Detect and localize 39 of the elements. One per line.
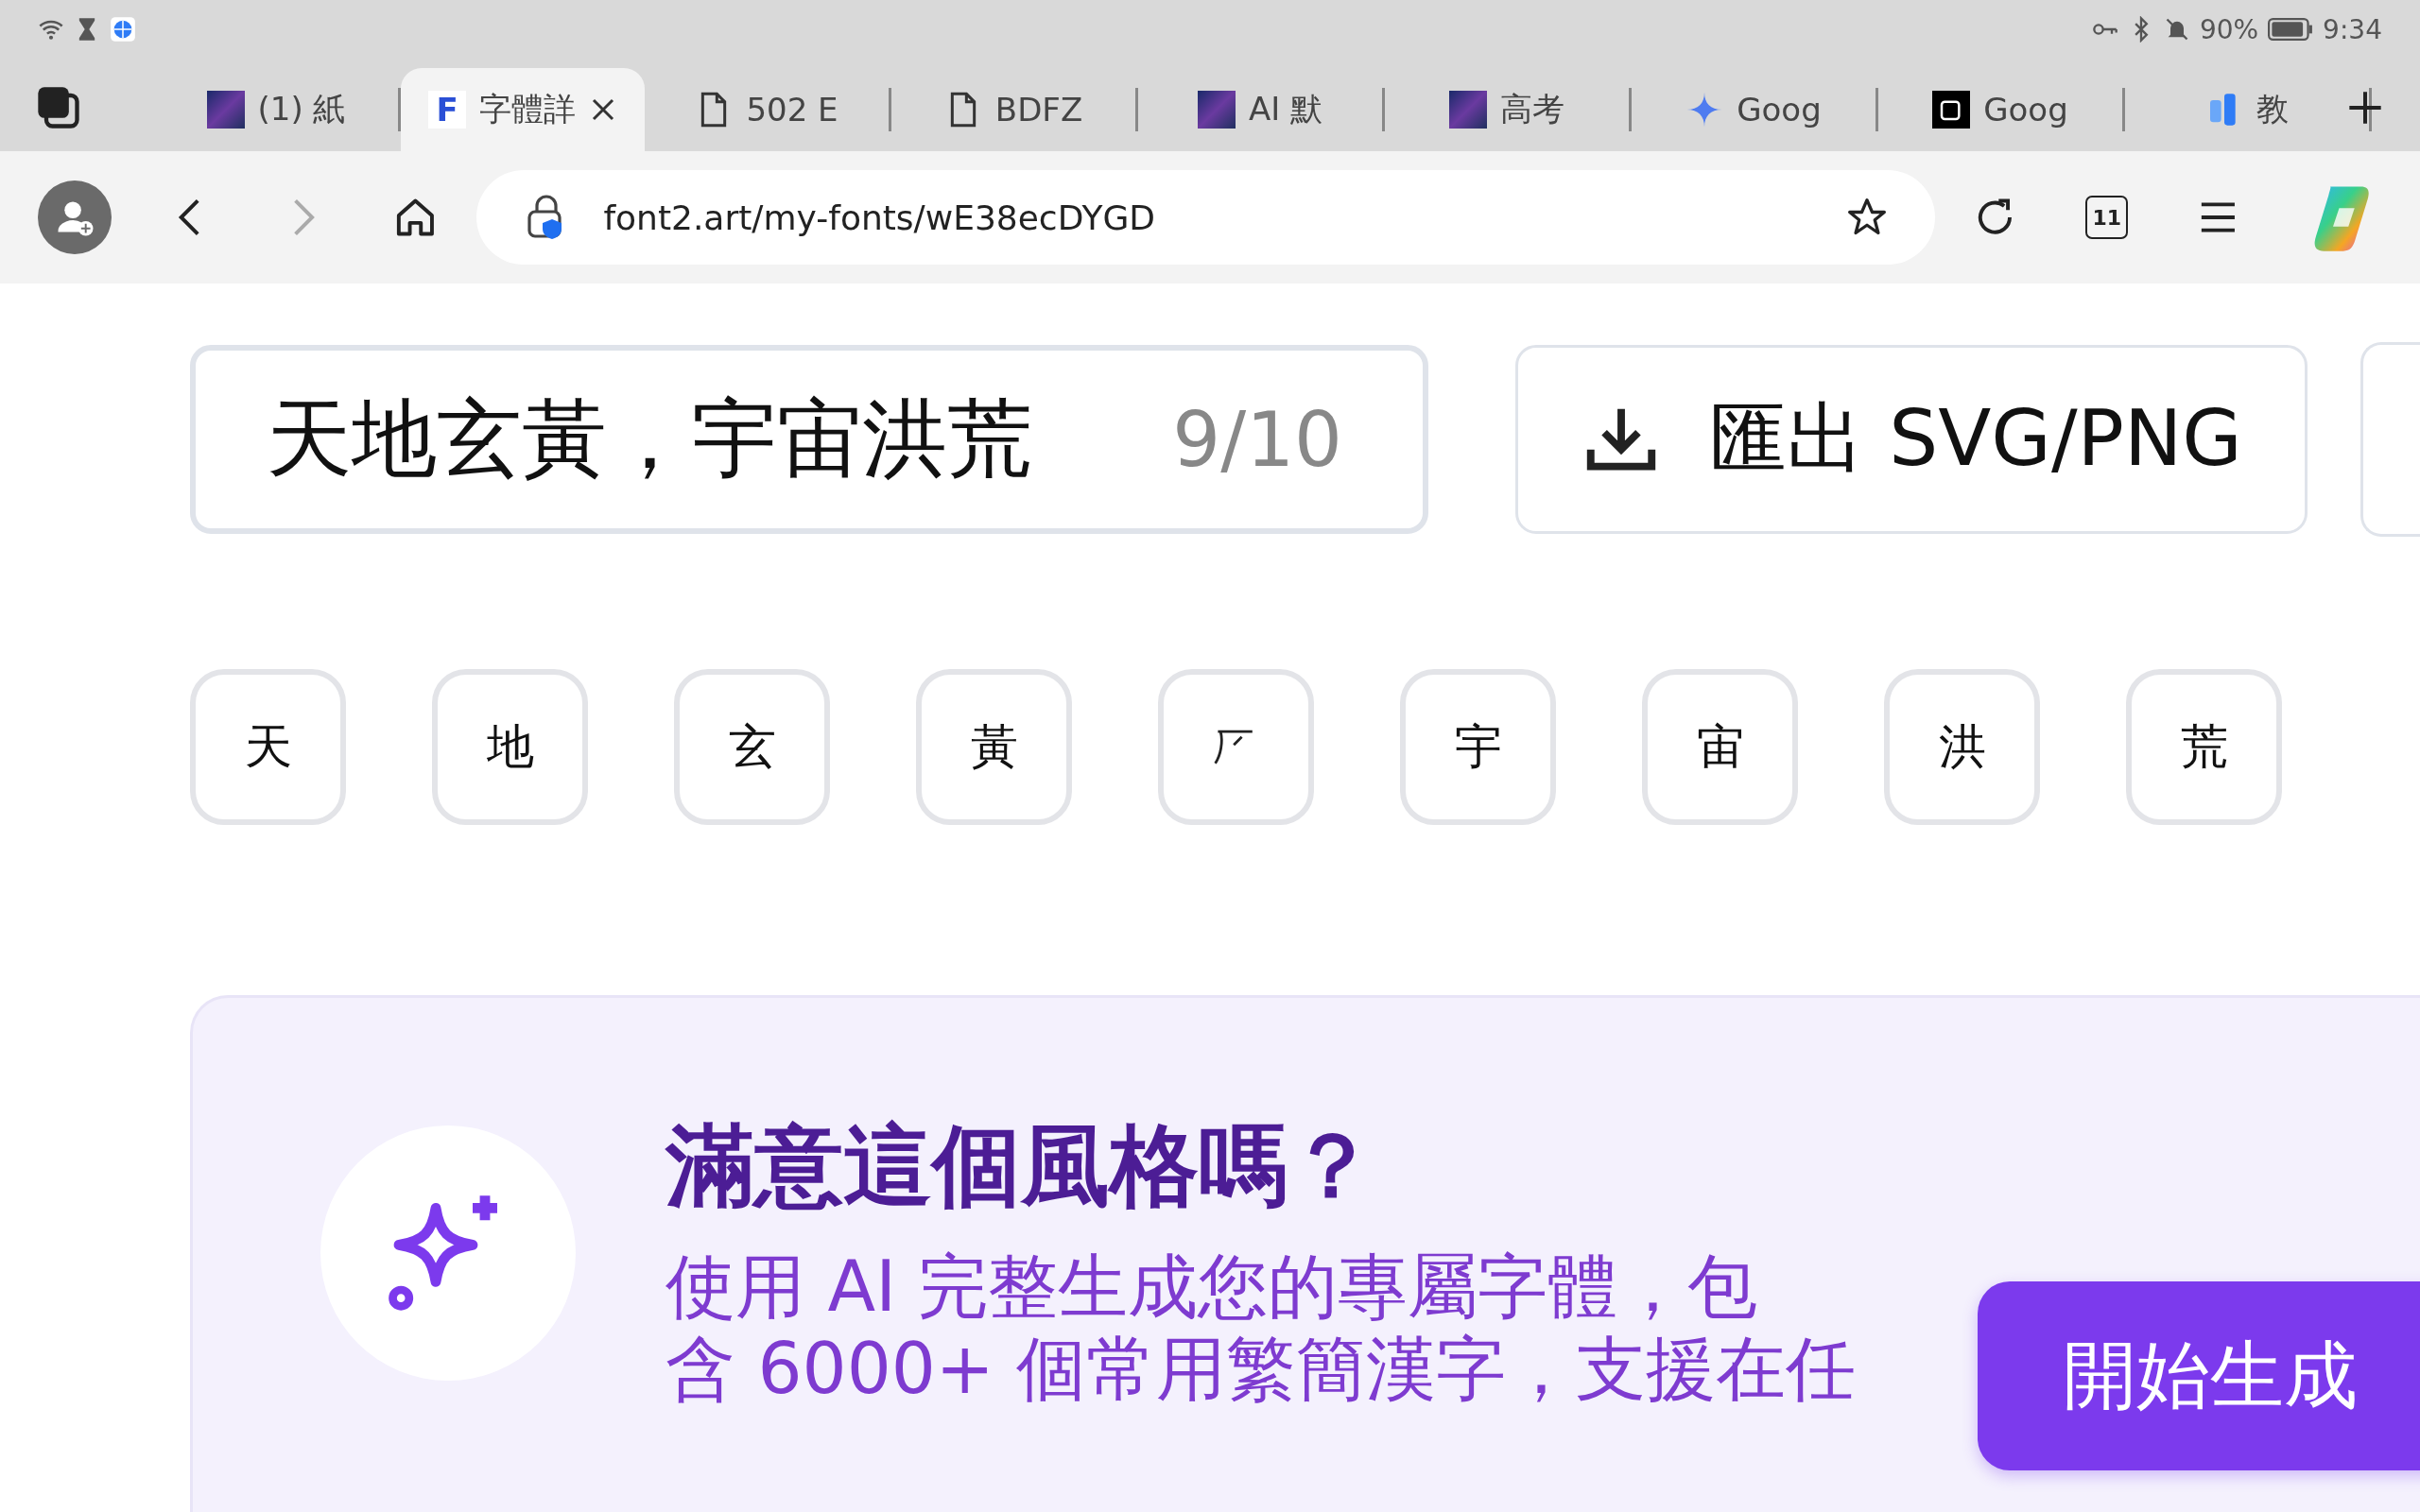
tab-title: BDFZ — [994, 91, 1083, 129]
glyph-character: 天 — [244, 719, 292, 775]
glyph-tile[interactable]: 天 — [190, 669, 346, 825]
glyph-character: 荒 — [2180, 719, 2228, 775]
glyph-character: 地 — [486, 719, 534, 775]
glyph-character: 玄 — [728, 719, 776, 775]
text-input-field[interactable]: 天地玄黃，宇宙洪荒 9/10 — [190, 345, 1428, 534]
glyph-tile[interactable]: 宇 — [1400, 669, 1556, 825]
url-text: font2.art/my-fonts/wE38ecDYGD — [603, 198, 1157, 237]
glyph-character: 洪 — [1938, 719, 1986, 775]
promo-title: 滿意這個風格嗎？ — [666, 1113, 1377, 1219]
glyph-tile[interactable]: 黃 — [916, 669, 1072, 825]
glyph-tile[interactable]: 洪 — [1884, 669, 2040, 825]
character-counter: 9/10 — [1172, 395, 1342, 484]
clock-time: 9:34 — [2323, 13, 2382, 45]
glyph-tile[interactable]: 地 — [432, 669, 588, 825]
tab-title: 502 E — [746, 91, 838, 129]
promo-description: 使用 AI 完整生成您的專屬字體，包 含 6000+ 個常用繁簡漢字，支援在任 — [666, 1246, 1858, 1411]
export-button[interactable]: 匯出 SVG/PNG — [1515, 345, 2308, 534]
browser-tab[interactable]: F 字體詳 — [401, 68, 645, 151]
tab-title: Goog — [1983, 91, 2068, 129]
glyph-character: 宙 — [1696, 719, 1744, 775]
glyph-character: 宇 — [1454, 719, 1502, 775]
tab-title: (1) 紙 — [257, 89, 346, 129]
input-value: 天地玄黃，宇宙洪荒 — [267, 387, 1032, 490]
battery-percent: 90% — [2199, 13, 2259, 45]
tab-title: 字體詳 — [479, 89, 576, 129]
address-bar[interactable]: font2.art/my-fonts/wE38ecDYGD — [476, 170, 1936, 265]
glyph-tile[interactable]: 玄 — [674, 669, 830, 825]
start-generate-button[interactable]: 開始生成 — [1978, 1281, 2420, 1470]
glyph-tile[interactable]: 荒 — [2126, 669, 2282, 825]
favicon-letter: F — [428, 91, 466, 129]
glyph-tile[interactable]: 宙 — [1642, 669, 1798, 825]
tab-title: Goog — [1737, 91, 1822, 129]
glyph-character: 黃 — [970, 719, 1018, 775]
tab-title: 高考 — [1500, 89, 1564, 129]
tab-count-button[interactable]: 11 — [2085, 196, 2129, 239]
tab-title: AI 默 — [1248, 89, 1323, 129]
tab-title: 教 — [2256, 89, 2289, 129]
